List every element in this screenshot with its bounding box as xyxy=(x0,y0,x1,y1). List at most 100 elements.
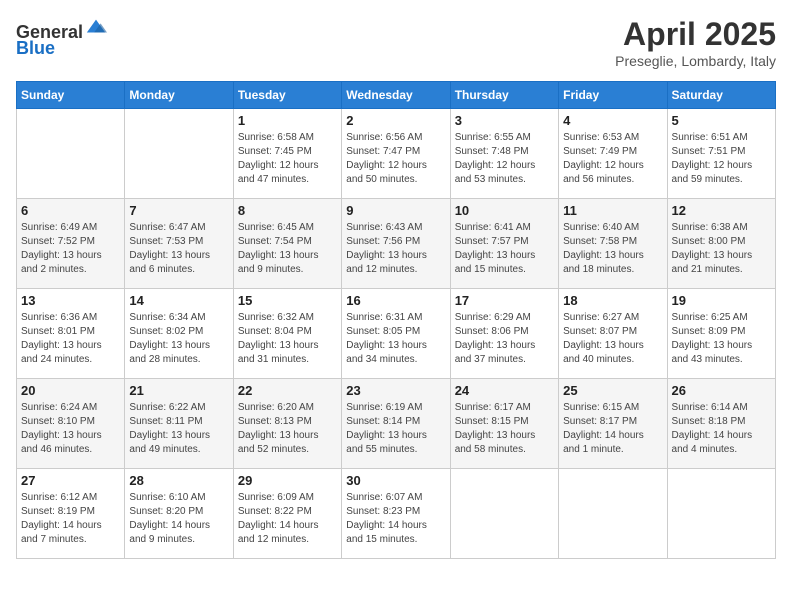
table-row: 28 Sunrise: 6:10 AMSunset: 8:20 PMDayligh… xyxy=(125,469,233,559)
day-number: 10 xyxy=(455,203,554,218)
header-sunday: Sunday xyxy=(17,82,125,109)
table-row: 12 Sunrise: 6:38 AMSunset: 8:00 PMDayligh… xyxy=(667,199,775,289)
calendar-table: Sunday Monday Tuesday Wednesday Thursday… xyxy=(16,81,776,559)
day-number: 1 xyxy=(238,113,337,128)
table-row xyxy=(125,109,233,199)
day-info: Sunrise: 6:53 AMSunset: 7:49 PMDaylight:… xyxy=(563,131,662,187)
day-number: 22 xyxy=(238,383,337,398)
day-info: Sunrise: 6:56 AMSunset: 7:47 PMDaylight:… xyxy=(346,131,445,187)
month-title: April 2025 xyxy=(615,16,776,53)
table-row: 2 Sunrise: 6:56 AMSunset: 7:47 PMDaylight… xyxy=(342,109,450,199)
header-tuesday: Tuesday xyxy=(233,82,341,109)
table-row xyxy=(450,469,558,559)
day-number: 23 xyxy=(346,383,445,398)
table-row: 29 Sunrise: 6:09 AMSunset: 8:22 PMDayligh… xyxy=(233,469,341,559)
day-number: 17 xyxy=(455,293,554,308)
day-info: Sunrise: 6:36 AMSunset: 8:01 PMDaylight:… xyxy=(21,311,120,367)
day-info: Sunrise: 6:27 AMSunset: 8:07 PMDaylight:… xyxy=(563,311,662,367)
table-row: 30 Sunrise: 6:07 AMSunset: 8:23 PMDayligh… xyxy=(342,469,450,559)
day-info: Sunrise: 6:10 AMSunset: 8:20 PMDaylight:… xyxy=(129,491,228,547)
day-info: Sunrise: 6:34 AMSunset: 8:02 PMDaylight:… xyxy=(129,311,228,367)
day-info: Sunrise: 6:24 AMSunset: 8:10 PMDaylight:… xyxy=(21,401,120,457)
table-row: 4 Sunrise: 6:53 AMSunset: 7:49 PMDaylight… xyxy=(559,109,667,199)
page-header: General Blue April 2025 Preseglie, Lomba… xyxy=(16,16,776,69)
table-row xyxy=(17,109,125,199)
logo-icon xyxy=(85,16,107,38)
day-number: 19 xyxy=(672,293,771,308)
table-row: 1Sunrise: 6:58 AMSunset: 7:45 PMDaylight… xyxy=(233,109,341,199)
day-number: 29 xyxy=(238,473,337,488)
day-info: Sunrise: 6:38 AMSunset: 8:00 PMDaylight:… xyxy=(672,221,771,277)
day-info: Sunrise: 6:43 AMSunset: 7:56 PMDaylight:… xyxy=(346,221,445,277)
table-row: 21 Sunrise: 6:22 AMSunset: 8:11 PMDayligh… xyxy=(125,379,233,469)
table-row: 5 Sunrise: 6:51 AMSunset: 7:51 PMDaylight… xyxy=(667,109,775,199)
day-info: Sunrise: 6:32 AMSunset: 8:04 PMDaylight:… xyxy=(238,311,337,367)
day-number: 9 xyxy=(346,203,445,218)
day-info: Sunrise: 6:22 AMSunset: 8:11 PMDaylight:… xyxy=(129,401,228,457)
table-row xyxy=(559,469,667,559)
day-number: 13 xyxy=(21,293,120,308)
day-number: 11 xyxy=(563,203,662,218)
table-row: 19 Sunrise: 6:25 AMSunset: 8:09 PMDayligh… xyxy=(667,289,775,379)
location-subtitle: Preseglie, Lombardy, Italy xyxy=(615,53,776,69)
table-row: 6 Sunrise: 6:49 AMSunset: 7:52 PMDaylight… xyxy=(17,199,125,289)
table-row: 7 Sunrise: 6:47 AMSunset: 7:53 PMDaylight… xyxy=(125,199,233,289)
calendar-header: Sunday Monday Tuesday Wednesday Thursday… xyxy=(17,82,776,109)
table-row: 17 Sunrise: 6:29 AMSunset: 8:06 PMDayligh… xyxy=(450,289,558,379)
table-row: 26 Sunrise: 6:14 AMSunset: 8:18 PMDayligh… xyxy=(667,379,775,469)
day-number: 15 xyxy=(238,293,337,308)
day-number: 20 xyxy=(21,383,120,398)
day-number: 30 xyxy=(346,473,445,488)
table-row xyxy=(667,469,775,559)
day-number: 26 xyxy=(672,383,771,398)
day-info: Sunrise: 6:07 AMSunset: 8:23 PMDaylight:… xyxy=(346,491,445,547)
day-info: Sunrise: 6:09 AMSunset: 8:22 PMDaylight:… xyxy=(238,491,337,547)
table-row: 11 Sunrise: 6:40 AMSunset: 7:58 PMDayligh… xyxy=(559,199,667,289)
header-wednesday: Wednesday xyxy=(342,82,450,109)
day-number: 7 xyxy=(129,203,228,218)
table-row: 18 Sunrise: 6:27 AMSunset: 8:07 PMDayligh… xyxy=(559,289,667,379)
day-number: 2 xyxy=(346,113,445,128)
table-row: 14 Sunrise: 6:34 AMSunset: 8:02 PMDayligh… xyxy=(125,289,233,379)
day-info: Sunrise: 6:15 AMSunset: 8:17 PMDaylight:… xyxy=(563,401,662,457)
table-row: 20 Sunrise: 6:24 AMSunset: 8:10 PMDayligh… xyxy=(17,379,125,469)
day-info: Sunrise: 6:47 AMSunset: 7:53 PMDaylight:… xyxy=(129,221,228,277)
day-number: 16 xyxy=(346,293,445,308)
title-block: April 2025 Preseglie, Lombardy, Italy xyxy=(615,16,776,69)
day-info: Sunrise: 6:51 AMSunset: 7:51 PMDaylight:… xyxy=(672,131,771,187)
day-number: 12 xyxy=(672,203,771,218)
day-info: Sunrise: 6:45 AMSunset: 7:54 PMDaylight:… xyxy=(238,221,337,277)
day-number: 5 xyxy=(672,113,771,128)
day-info: Sunrise: 6:25 AMSunset: 8:09 PMDaylight:… xyxy=(672,311,771,367)
day-info: Sunrise: 6:29 AMSunset: 8:06 PMDaylight:… xyxy=(455,311,554,367)
table-row: 16Sunrise: 6:31 AMSunset: 8:05 PMDayligh… xyxy=(342,289,450,379)
table-row: 22Sunrise: 6:20 AMSunset: 8:13 PMDayligh… xyxy=(233,379,341,469)
day-number: 4 xyxy=(563,113,662,128)
table-row: 13 Sunrise: 6:36 AMSunset: 8:01 PMDayligh… xyxy=(17,289,125,379)
day-number: 21 xyxy=(129,383,228,398)
header-monday: Monday xyxy=(125,82,233,109)
day-info: Sunrise: 6:40 AMSunset: 7:58 PMDaylight:… xyxy=(563,221,662,277)
logo: General Blue xyxy=(16,16,107,59)
day-number: 28 xyxy=(129,473,228,488)
day-number: 3 xyxy=(455,113,554,128)
day-number: 14 xyxy=(129,293,228,308)
header-thursday: Thursday xyxy=(450,82,558,109)
header-friday: Friday xyxy=(559,82,667,109)
day-info: Sunrise: 6:19 AMSunset: 8:14 PMDaylight:… xyxy=(346,401,445,457)
table-row: 27Sunrise: 6:12 AMSunset: 8:19 PMDayligh… xyxy=(17,469,125,559)
logo-blue-text: Blue xyxy=(16,38,55,58)
calendar-body: 1Sunrise: 6:58 AMSunset: 7:45 PMDaylight… xyxy=(17,109,776,559)
day-info: Sunrise: 6:55 AMSunset: 7:48 PMDaylight:… xyxy=(455,131,554,187)
table-row: 9 Sunrise: 6:43 AMSunset: 7:56 PMDaylight… xyxy=(342,199,450,289)
day-number: 18 xyxy=(563,293,662,308)
header-saturday: Saturday xyxy=(667,82,775,109)
day-number: 6 xyxy=(21,203,120,218)
day-info: Sunrise: 6:49 AMSunset: 7:52 PMDaylight:… xyxy=(21,221,120,277)
day-info: Sunrise: 6:14 AMSunset: 8:18 PMDaylight:… xyxy=(672,401,771,457)
day-number: 24 xyxy=(455,383,554,398)
day-number: 27 xyxy=(21,473,120,488)
day-number: 25 xyxy=(563,383,662,398)
day-number: 8 xyxy=(238,203,337,218)
table-row: 15 Sunrise: 6:32 AMSunset: 8:04 PMDayligh… xyxy=(233,289,341,379)
